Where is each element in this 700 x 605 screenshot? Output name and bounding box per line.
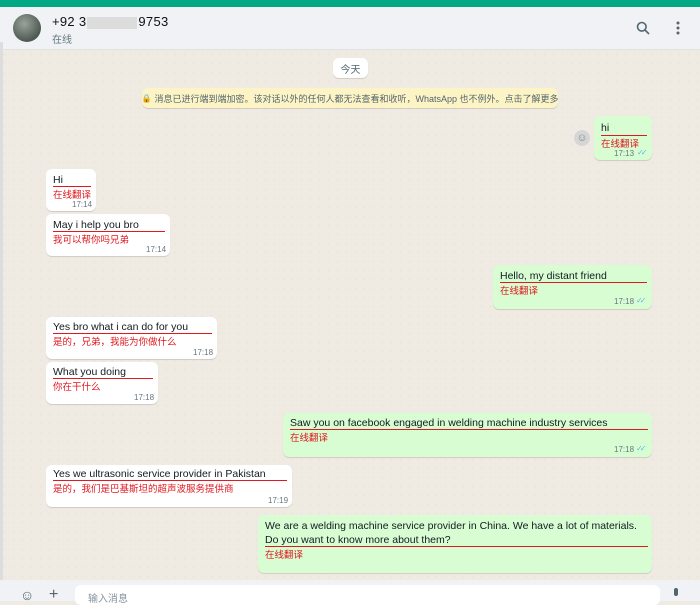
- contact-name[interactable]: +92 3 9753: [52, 14, 169, 29]
- emoji-icon[interactable]: ☺: [20, 588, 34, 602]
- search-icon[interactable]: [633, 18, 653, 38]
- read-ticks-icon: ✓✓: [636, 444, 647, 453]
- message-bubble-outgoing[interactable]: Saw you on facebook engaged in welding m…: [283, 413, 652, 457]
- message-text: Yes bro what i can do for you: [53, 321, 189, 333]
- translation-text: 我可以帮你吗兄弟: [53, 235, 130, 246]
- kebab-menu-icon[interactable]: [668, 18, 688, 38]
- message-time: 17:18: [134, 393, 155, 402]
- message-bubble-incoming[interactable]: Hi 在线翻译 17:14: [46, 169, 96, 211]
- message-bubble-outgoing[interactable]: Hello, my distant friend 在线翻译 17:18 ✓✓: [493, 265, 652, 309]
- message-bubble-outgoing[interactable]: We are a welding machine service provide…: [258, 515, 652, 573]
- message-bubble-incoming[interactable]: Yes we ultrasonic service provider in Pa…: [46, 465, 292, 507]
- translation-text: 在线翻译: [290, 433, 329, 444]
- encryption-notice[interactable]: 🔒 消息已进行端到端加密。该对话以外的任何人都无法查看和收听，WhatsApp …: [141, 88, 559, 108]
- message-text: What you doing: [53, 366, 126, 378]
- encryption-notice-text: 消息已进行端到端加密。该对话以外的任何人都无法查看和收听，WhatsApp 也不…: [154, 93, 559, 104]
- chat-header[interactable]: +92 3 9753 在线: [0, 7, 700, 50]
- pane-divider: [0, 42, 3, 582]
- plus-icon[interactable]: +: [49, 587, 58, 603]
- message-bubble-incoming[interactable]: What you doing 你在干什么 17:18: [46, 362, 158, 404]
- top-accent-bar: [0, 0, 700, 7]
- message-time: 17:18: [614, 445, 635, 454]
- translation-text: 在线翻译: [265, 550, 304, 561]
- message-time: 17:18: [614, 297, 635, 306]
- message-input[interactable]: 输入消息: [75, 585, 660, 605]
- lock-icon: 🔒: [141, 93, 152, 103]
- contact-status: 在线: [52, 35, 72, 46]
- date-chip: 今天: [333, 58, 368, 78]
- translation-text: 在线翻译: [500, 286, 539, 297]
- message-time: 17:13: [614, 149, 635, 158]
- message-text: hi: [601, 122, 610, 134]
- message-time: 17:18: [193, 348, 214, 357]
- translation-text: 在线翻译: [601, 139, 640, 150]
- message-bubble-outgoing[interactable]: hi 在线翻译 17:13 ✓✓: [594, 116, 652, 160]
- read-ticks-icon: ✓✓: [636, 296, 647, 305]
- contact-name-prefix: +92 3: [52, 14, 87, 29]
- message-text-line2: Do you want to know more about them?: [265, 534, 451, 546]
- translation-text: 是的，我们是巴基斯坦的超声波服务提供商: [53, 484, 234, 495]
- translation-underline: [265, 546, 648, 547]
- emoji-reaction-icon[interactable]: ☺: [574, 130, 590, 146]
- contact-name-suffix: 9753: [138, 14, 169, 29]
- message-text: Hi: [53, 174, 63, 186]
- redaction-mask: [87, 16, 138, 29]
- message-input-placeholder: 输入消息: [88, 594, 128, 605]
- message-text: Yes we ultrasonic service provider in Pa…: [53, 468, 266, 480]
- translation-underline: [290, 429, 648, 430]
- translation-text: 在线翻译: [53, 190, 92, 201]
- mic-icon[interactable]: [672, 588, 680, 602]
- translation-text: 你在干什么: [53, 382, 101, 393]
- message-text: May i help you bro: [53, 219, 139, 231]
- message-time: 17:19: [268, 496, 289, 505]
- translation-text: 是的，兄弟，我能为你做什么: [53, 337, 177, 348]
- message-time: 17:14: [146, 245, 167, 254]
- message-text: Hello, my distant friend: [500, 270, 607, 282]
- compose-bar: ☺ + 输入消息: [0, 580, 700, 605]
- message-text: Saw you on facebook engaged in welding m…: [290, 417, 608, 429]
- message-text-line1: We are a welding machine service provide…: [265, 520, 637, 532]
- message-bubble-incoming[interactable]: May i help you bro 我可以帮你吗兄弟 17:14: [46, 214, 170, 256]
- message-bubble-incoming[interactable]: Yes bro what i can do for you 是的，兄弟，我能为你…: [46, 317, 217, 359]
- read-ticks-icon: ✓✓: [637, 148, 648, 157]
- avatar[interactable]: [13, 14, 41, 42]
- message-time: 17:14: [72, 200, 93, 209]
